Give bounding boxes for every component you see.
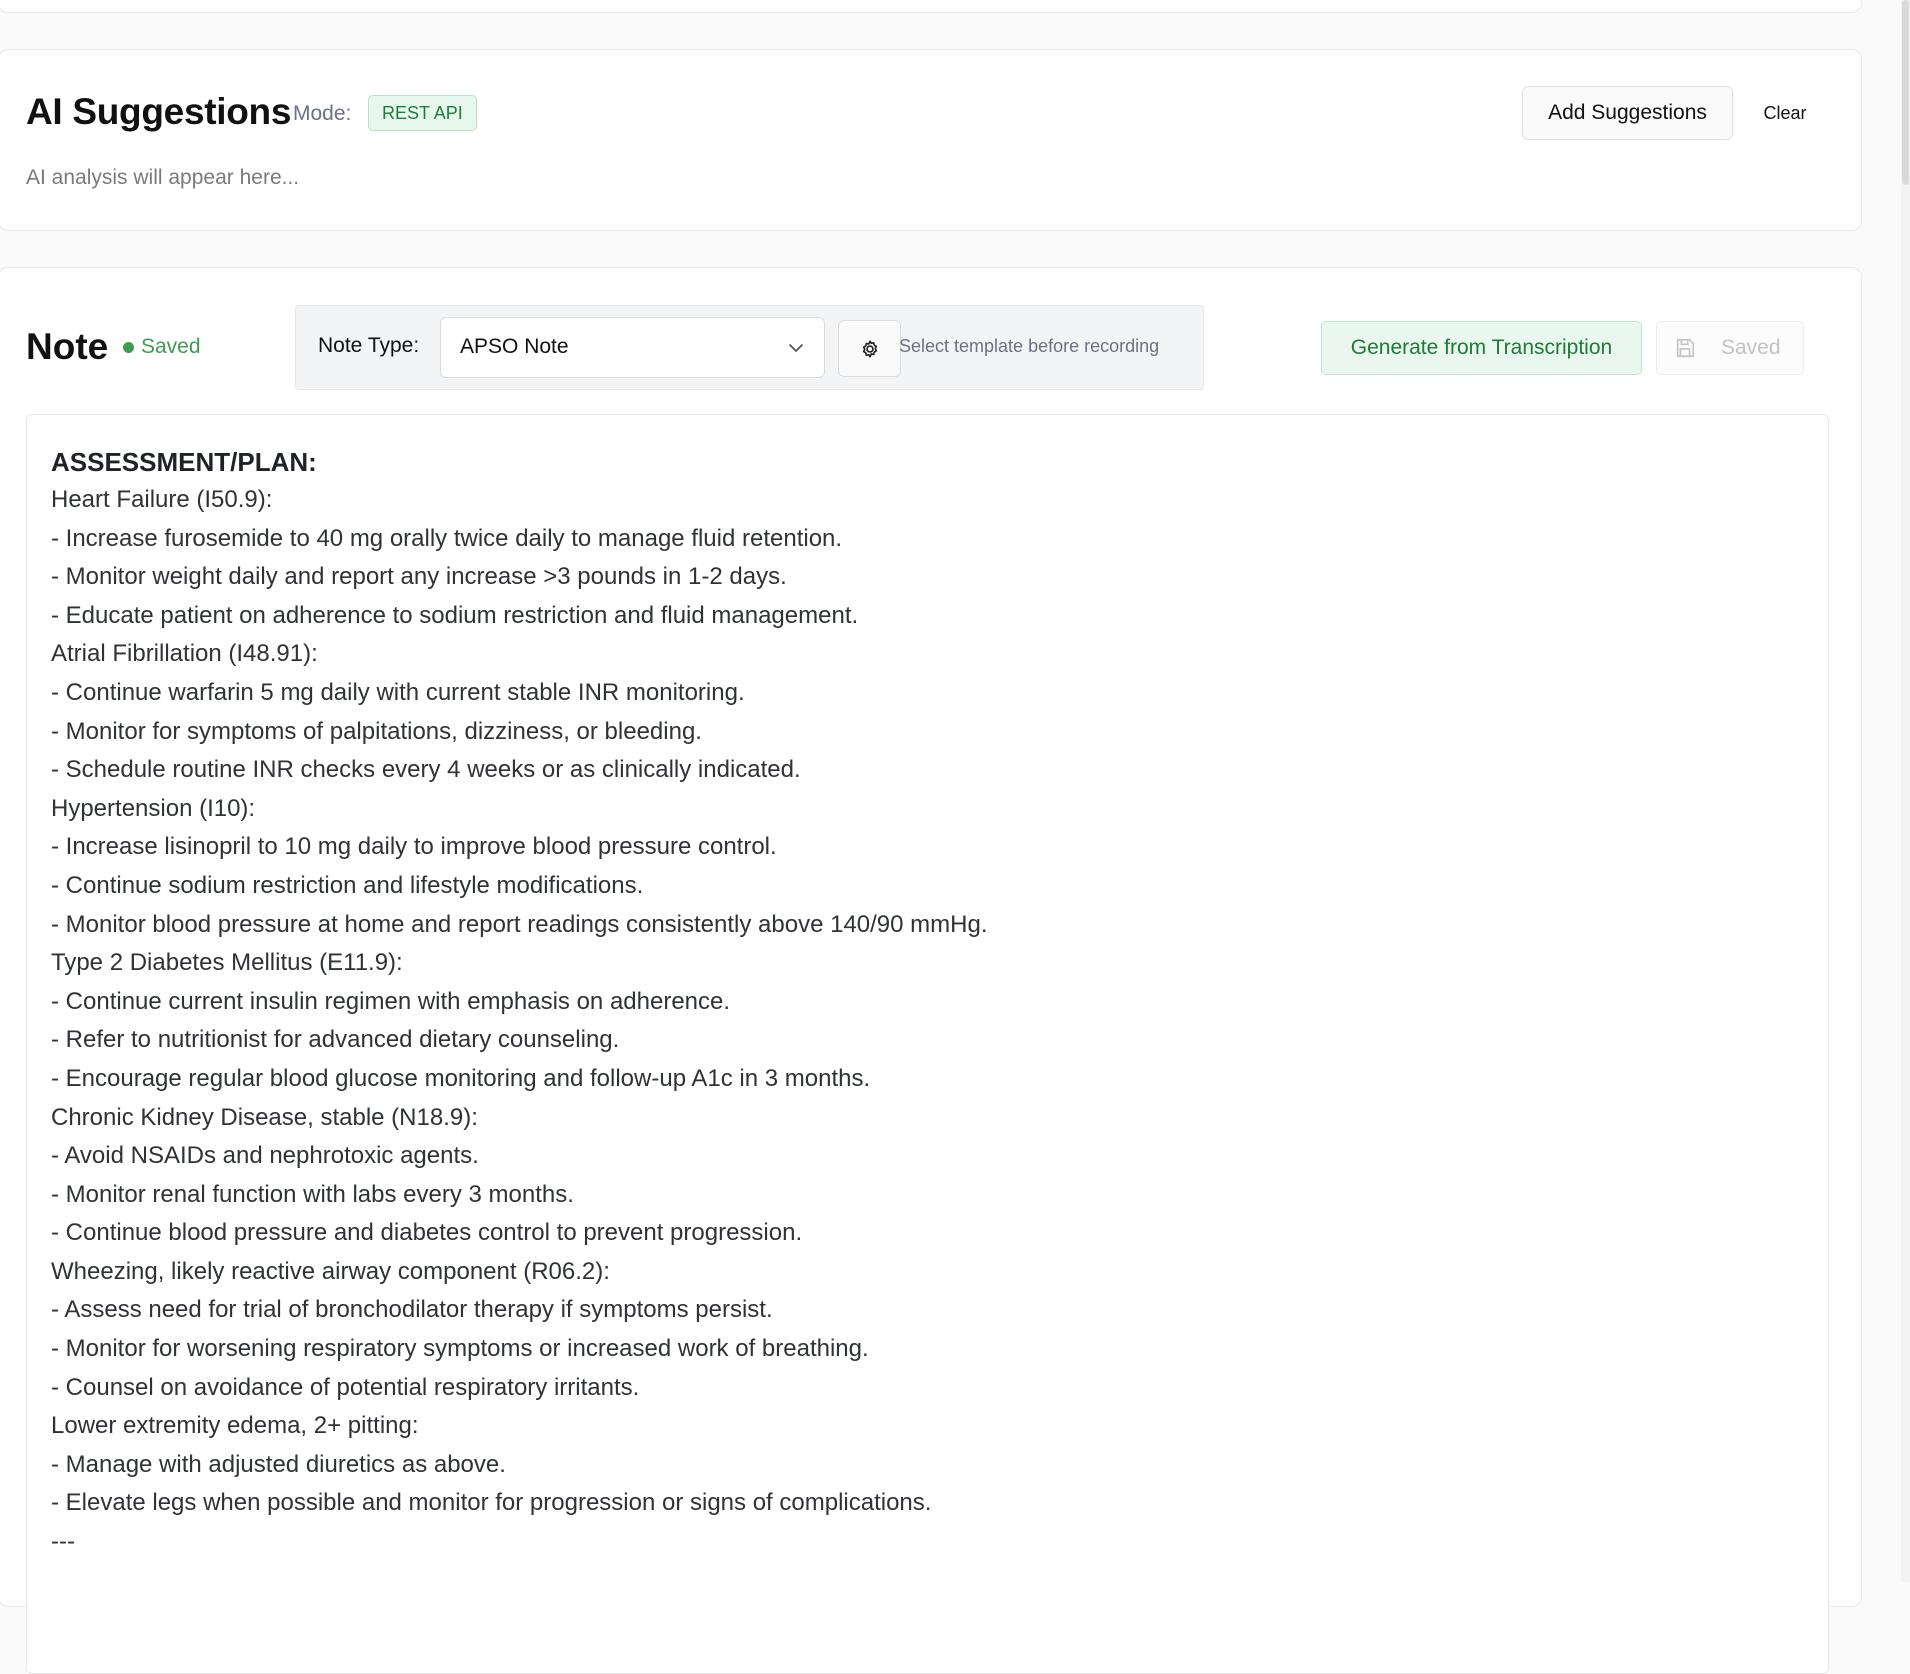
note-text-line: - Encourage regular blood glucose monito…	[51, 1064, 871, 1092]
editor-section-heading: ASSESSMENT/PLAN:	[51, 447, 317, 477]
note-text-line: Type 2 Diabetes Mellitus (E11.9):	[51, 949, 403, 977]
generate-from-transcription-button[interactable]: Generate from Transcription	[1321, 321, 1642, 375]
note-text-line: Chronic Kidney Disease, stable (N18.9):	[51, 1103, 478, 1131]
note-text-line: - Increase furosemide to 40 mg orally tw…	[51, 524, 843, 552]
note-type-label: Note Type:	[318, 334, 420, 357]
note-text-line: Hypertension (I10):	[51, 794, 256, 822]
note-type-select[interactable]: APSO Note	[440, 317, 825, 378]
mode-label: Mode:	[293, 102, 352, 125]
status-dot-icon	[123, 341, 134, 353]
note-panel: Note Saved Note Type: APSO Note Select t…	[0, 267, 1862, 1674]
add-suggestions-button[interactable]: Add Suggestions	[1522, 86, 1733, 140]
note-text-line: - Continue warfarin 5 mg daily with curr…	[51, 678, 745, 706]
clear-button[interactable]: Clear	[1745, 86, 1825, 140]
note-type-selected-value: APSO Note	[460, 335, 569, 358]
save-status: Saved	[123, 335, 201, 359]
note-text-line: - Monitor blood pressure at home and rep…	[51, 910, 988, 938]
note-text-line: ---	[51, 1528, 75, 1556]
note-text-line: - Increase lisinopril to 10 mg daily to …	[51, 833, 777, 861]
note-text-line: - Schedule routine INR checks every 4 we…	[51, 756, 801, 784]
note-text-line: - Manage with adjusted diuretics as abov…	[51, 1450, 506, 1478]
note-text-line: Lower extremity edema, 2+ pitting:	[51, 1412, 419, 1440]
page-scrollbar[interactable]	[1901, 0, 1910, 1582]
editor-lines: Heart Failure (I50.9): - Increase furosem…	[51, 481, 1804, 1562]
note-text-line: - Educate patient on adherence to sodium…	[51, 601, 859, 629]
note-text-line: - Monitor renal function with labs every…	[51, 1180, 574, 1208]
gear-icon	[862, 339, 877, 358]
save-button-label: Saved	[1721, 336, 1781, 359]
ai-analysis-placeholder: AI analysis will appear here...	[26, 166, 300, 189]
note-editor[interactable]: ASSESSMENT/PLAN: Heart Failure (I50.9): -…	[26, 414, 1829, 1674]
ai-suggestions-title: AI Suggestions	[26, 91, 292, 132]
note-text-line: Wheezing, likely reactive airway compone…	[51, 1257, 610, 1285]
note-text-line: - Continue blood pressure and diabetes c…	[51, 1219, 803, 1247]
save-status-label: Saved	[141, 335, 201, 358]
template-settings-button[interactable]	[838, 320, 901, 377]
note-text-line: - Avoid NSAIDs and nephrotoxic agents.	[51, 1142, 479, 1170]
note-text-line: - Elevate legs when possible and monitor…	[51, 1489, 932, 1517]
note-type-toolbar: Note Type: APSO Note Select template bef…	[295, 305, 1204, 390]
scrollbar-thumb[interactable]	[1902, 0, 1909, 185]
previous-panel-card	[0, 0, 1862, 13]
note-text-line: - Monitor for worsening respiratory symp…	[51, 1335, 869, 1363]
note-text-line: Heart Failure (I50.9):	[51, 486, 273, 513]
ai-suggestions-panel: AI Suggestions Mode: REST API Add Sugges…	[0, 49, 1862, 231]
note-text-line: - Assess need for trial of bronchodilato…	[51, 1296, 773, 1324]
note-text-line: - Monitor for symptoms of palpitations, …	[51, 717, 702, 745]
floppy-disk-icon	[1676, 338, 1695, 358]
save-button[interactable]: Saved	[1656, 321, 1804, 375]
mode-badge: REST API	[368, 95, 477, 131]
note-text-line: - Monitor weight daily and report any in…	[51, 563, 787, 591]
note-text-line: - Continue current insulin regimen with …	[51, 987, 731, 1015]
chevron-down-icon	[789, 344, 803, 352]
note-text-line: - Counsel on avoidance of potential resp…	[51, 1373, 640, 1401]
note-text-line: - Continue sodium restriction and lifest…	[51, 871, 644, 899]
note-text-line: Atrial Fibrillation (I48.91):	[51, 640, 318, 668]
note-text-line: - Refer to nutritionist for advanced die…	[51, 1026, 620, 1054]
note-title: Note	[26, 326, 109, 367]
template-hint: Select template before recording	[899, 336, 1160, 356]
